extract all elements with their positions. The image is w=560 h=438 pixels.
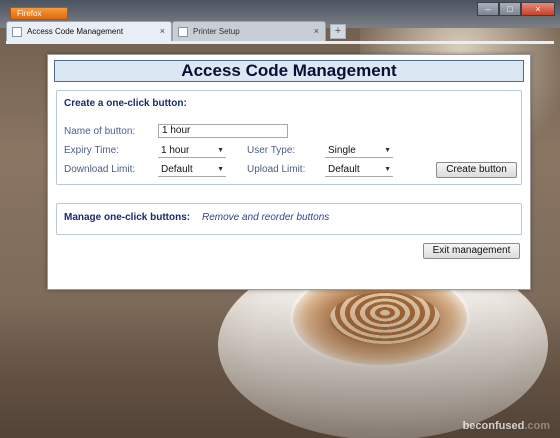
- access-code-dialog: Access Code Management Create a one-clic…: [47, 54, 531, 290]
- download-value: Default: [161, 164, 193, 175]
- watermark-suffix: .com: [524, 420, 550, 432]
- tab-printer-setup[interactable]: Printer Setup ×: [172, 21, 326, 42]
- watermark: beconfused.com: [463, 420, 550, 432]
- upload-limit-select[interactable]: Default ▼: [325, 164, 393, 177]
- dropdown-arrow-icon: ▼: [384, 147, 391, 154]
- watermark-main: beconfused: [462, 420, 525, 432]
- close-tab-icon[interactable]: ×: [160, 26, 165, 36]
- expiry-label: Expiry Time:: [64, 145, 120, 156]
- tab-label: Access Code Management: [27, 27, 124, 36]
- close-window-button[interactable]: ×: [521, 2, 555, 16]
- close-tab-icon[interactable]: ×: [314, 26, 319, 36]
- create-button-panel: Create a one-click button: Name of butto…: [56, 90, 522, 185]
- expiry-value: 1 hour: [161, 145, 190, 156]
- download-limit-select[interactable]: Default ▼: [158, 164, 226, 177]
- dialog-title: Access Code Management: [54, 60, 524, 82]
- user-type-select[interactable]: Single ▼: [325, 145, 393, 158]
- upload-limit-label: Upload Limit:: [247, 164, 306, 175]
- tab-label: Printer Setup: [193, 27, 240, 36]
- page-icon: [178, 27, 188, 37]
- tab-access-code-management[interactable]: Access Code Management ×: [6, 21, 172, 42]
- create-section-title: Create a one-click button:: [64, 98, 187, 109]
- manage-section-title: Manage one-click buttons:: [64, 212, 191, 223]
- expiry-time-select[interactable]: 1 hour ▼: [158, 145, 226, 158]
- download-limit-label: Download Limit:: [64, 164, 136, 175]
- dropdown-arrow-icon: ▼: [384, 166, 391, 173]
- upload-value: Default: [328, 164, 360, 175]
- dropdown-arrow-icon: ▼: [217, 147, 224, 154]
- minimize-button[interactable]: –: [477, 2, 499, 16]
- tab-strip: Access Code Management × Printer Setup ×…: [0, 21, 560, 42]
- name-label: Name of button:: [64, 126, 136, 137]
- create-button[interactable]: Create button: [436, 162, 517, 178]
- page-icon: [12, 27, 22, 37]
- tab-content-edge: [6, 41, 554, 44]
- maximize-button[interactable]: □: [499, 2, 521, 16]
- background-shade: [0, 300, 560, 438]
- firefox-menu-button[interactable]: Firefox: [10, 7, 68, 20]
- dropdown-arrow-icon: ▼: [217, 166, 224, 173]
- manage-buttons-panel: Manage one-click buttons: Remove and reo…: [56, 203, 522, 235]
- button-name-input[interactable]: 1 hour: [158, 124, 288, 138]
- remove-reorder-link[interactable]: Remove and reorder buttons: [202, 212, 329, 223]
- user-type-label: User Type:: [247, 145, 296, 156]
- exit-management-button[interactable]: Exit management: [423, 243, 520, 259]
- new-tab-button[interactable]: +: [330, 24, 346, 39]
- user-type-value: Single: [328, 145, 356, 156]
- window-controls: – □ ×: [477, 2, 555, 16]
